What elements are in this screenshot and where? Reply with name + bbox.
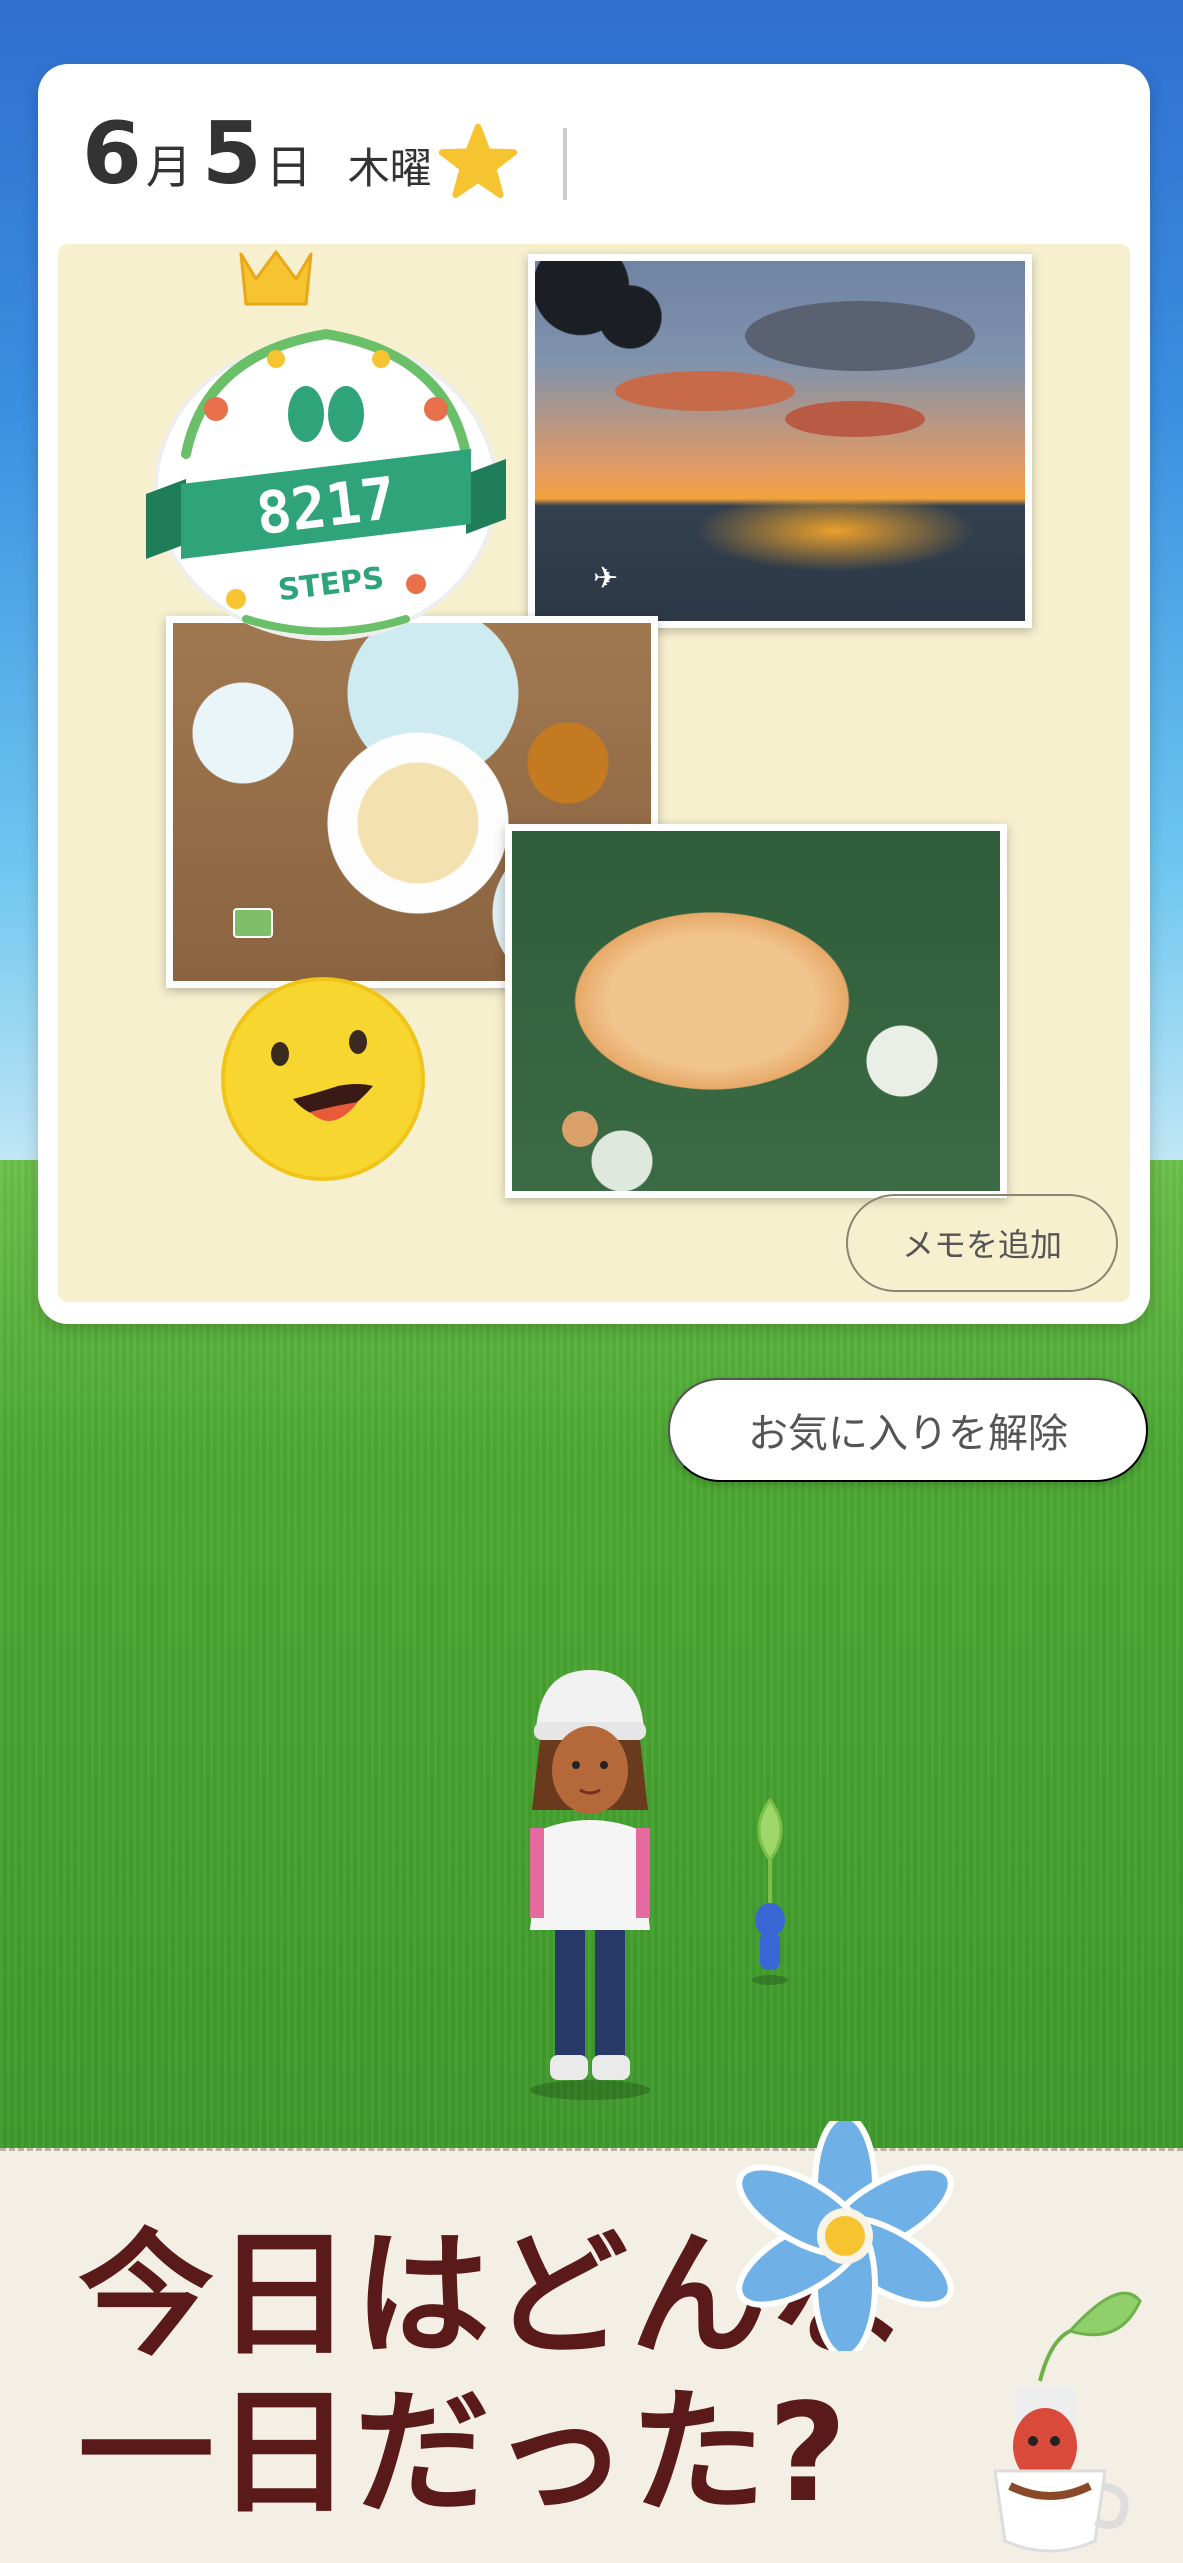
red-pikmin-cup-icon: [993, 2291, 1142, 2553]
bottom-banner: 今日はどんな 一日だった?: [0, 2121, 1183, 2563]
tea-sticker-icon: [233, 908, 273, 938]
mii-avatar: [530, 1670, 650, 2100]
smiley-sticker-icon: [221, 977, 425, 1181]
crown-icon: [239, 250, 313, 306]
month-number: 6: [82, 104, 142, 204]
tree-silhouette: [535, 261, 665, 371]
photo-collage[interactable]: ✈ 8217 STEPS メモを追加: [58, 244, 1130, 1302]
weekday-label: 木曜: [347, 144, 432, 193]
kitten-photo[interactable]: [505, 824, 1007, 1198]
diary-card: 6 月 5 日 木曜 ✈ 8217 STEPS メモを追加: [38, 64, 1150, 1324]
steps-badge: 8217 STEPS: [146, 250, 506, 641]
blue-flower-icon: [736, 2121, 954, 2351]
date-header: 6 月 5 日 木曜: [82, 104, 432, 214]
cloud-shape: [785, 401, 925, 437]
cloud-shape: [615, 371, 795, 411]
remove-favorite-button[interactable]: お気に入りを解除: [668, 1378, 1148, 1482]
headline-line-2: 一日だった?: [78, 2375, 849, 2533]
header-divider: [563, 128, 567, 200]
sunset-photo[interactable]: ✈: [528, 254, 1032, 628]
airplane-sticker-icon: ✈: [593, 561, 619, 596]
cloud-shape: [745, 301, 975, 371]
add-memo-button[interactable]: メモを追加: [846, 1194, 1118, 1292]
blue-pikmin: [752, 1797, 788, 1985]
month-label: 月: [145, 140, 192, 194]
day-label: 日: [265, 140, 312, 194]
pet-sticker-icon: [562, 1111, 598, 1147]
day-number: 5: [201, 104, 262, 204]
favorite-star-icon[interactable]: [438, 122, 518, 202]
